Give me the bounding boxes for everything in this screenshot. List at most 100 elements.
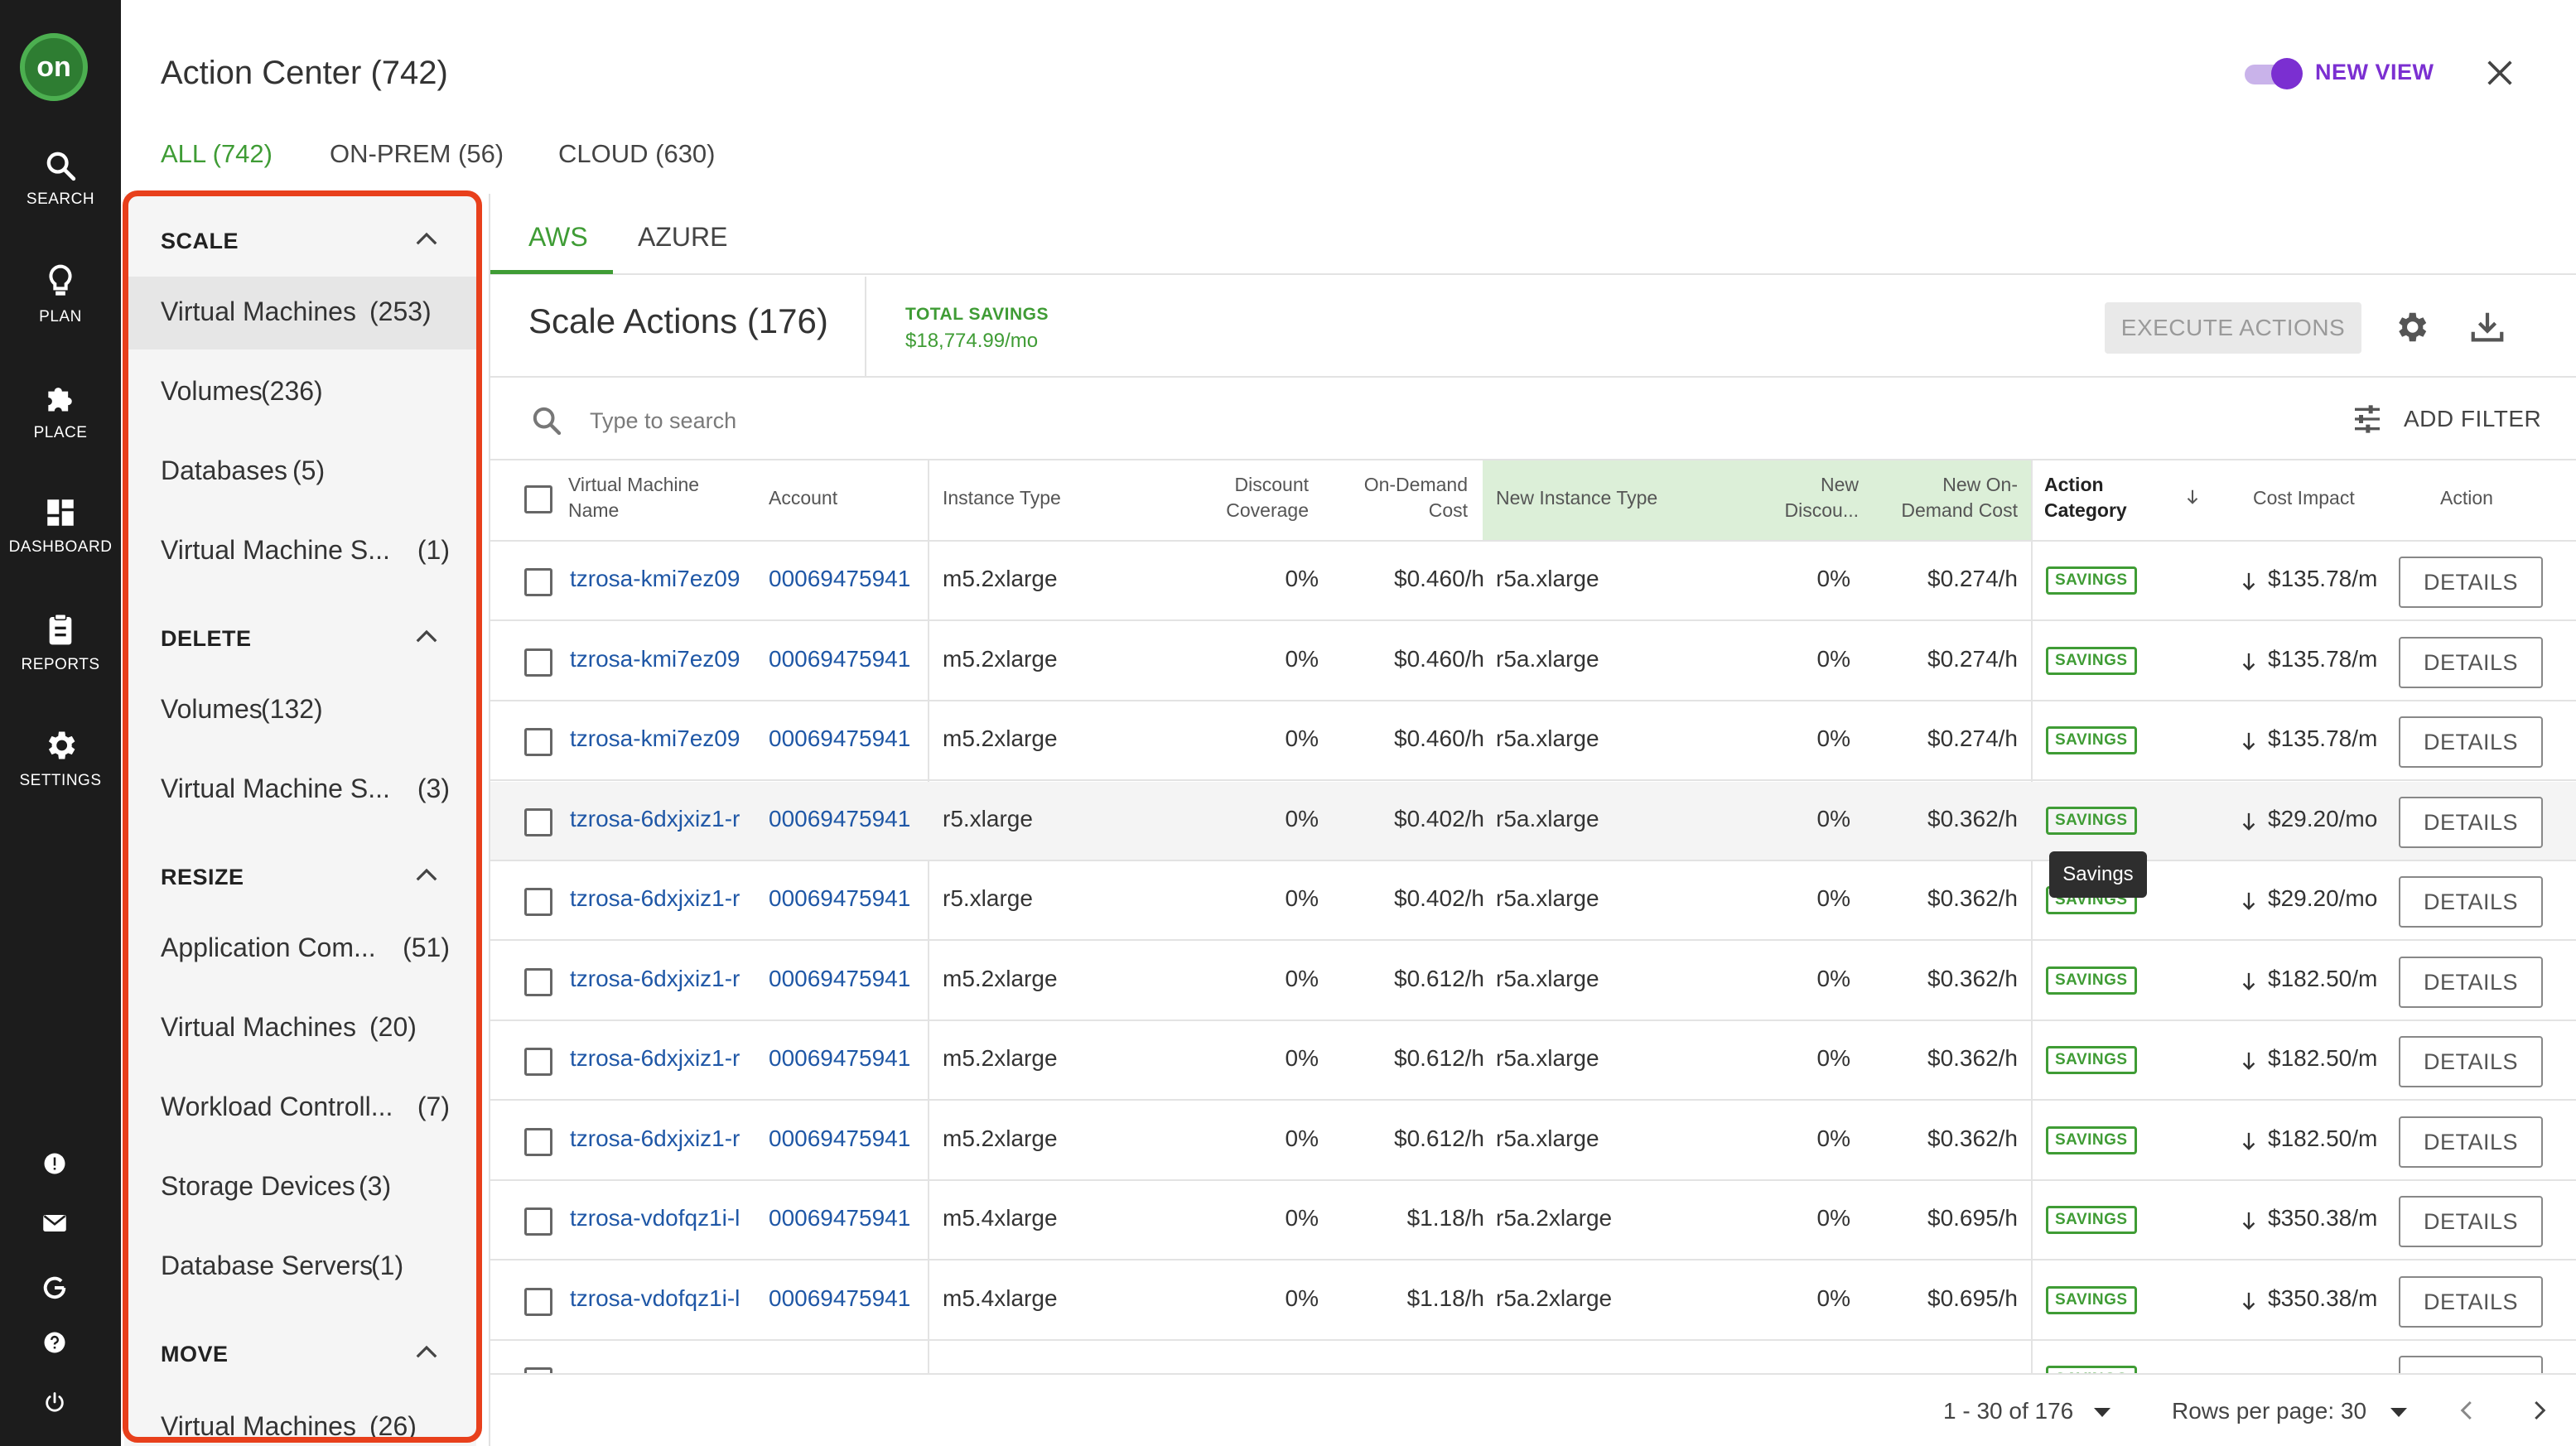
download-icon[interactable] <box>2468 308 2506 346</box>
vm-name-link[interactable]: tzrosa-kmi7ez09 <box>570 646 749 672</box>
details-button[interactable]: DETAILS <box>2399 797 2543 848</box>
vm-name-link[interactable]: tzrosa-6dxjxiz1-r <box>570 966 749 992</box>
vm-name-link[interactable]: tzrosa-kmi7ez09 <box>570 566 749 592</box>
new-view-label[interactable]: NEW VIEW <box>2315 60 2434 85</box>
execute-actions-button[interactable]: EXECUTE ACTIONS <box>2105 302 2361 354</box>
sidebar-item-move-vms[interactable]: Virtual Machines (26) <box>124 1391 476 1446</box>
filter-sliders-icon[interactable] <box>2351 402 2384 436</box>
nav-search[interactable]: SEARCH <box>0 149 121 209</box>
col-header-action[interactable]: Action <box>2440 485 2493 511</box>
details-button[interactable]: DETAILS <box>2399 716 2543 768</box>
table-row[interactable]: tzrosa-kmi7ez09 00069475941 m5.2xlarge 0% $0… <box>490 701 2576 781</box>
row-checkbox[interactable] <box>524 1048 552 1076</box>
table-row[interactable]: tzrosa-vdofqz1i-l 00069475941 m5.4xlarge 0%… <box>490 1261 2576 1341</box>
sidebar-item-resize-storage-devices[interactable]: Storage Devices (3) <box>124 1151 476 1224</box>
alert-icon[interactable] <box>41 1150 69 1178</box>
table-row[interactable]: tzrosa-6dxjxiz1-r 00069475941 m5.2xlarge 0%… <box>490 1101 2576 1181</box>
details-button[interactable]: DETAILS <box>2399 957 2543 1008</box>
select-all-checkbox[interactable] <box>524 485 552 513</box>
details-button[interactable]: DETAILS <box>2399 1196 2543 1247</box>
col-header-on-demand-cost[interactable]: On-Demand Cost <box>1325 472 1468 523</box>
close-icon[interactable] <box>2483 56 2516 89</box>
vm-name-link[interactable]: tzrosa-6dxjxiz1-r <box>570 885 749 912</box>
account-link[interactable]: 00069475941 <box>769 646 924 672</box>
col-header-vm-name[interactable]: Virtual Machine Name <box>568 472 734 523</box>
sidebar-item-scale-databases[interactable]: Databases (5) <box>124 436 476 509</box>
sidebar-item-delete-vm-specs[interactable]: Virtual Machine S... (3) <box>124 754 476 827</box>
account-link[interactable]: 00069475941 <box>769 966 924 992</box>
vm-name-link[interactable]: tzrosa-vdofqz1i-l <box>570 1205 749 1232</box>
sidebar-item-delete-volumes[interactable]: Volumes (132) <box>124 674 476 747</box>
col-header-discount-coverage[interactable]: Discount Coverage <box>1176 472 1309 523</box>
chevron-up-icon[interactable] <box>414 628 439 644</box>
nav-place[interactable]: PLACE <box>0 379 121 442</box>
row-checkbox[interactable] <box>524 568 552 596</box>
account-link[interactable]: 00069475941 <box>769 1045 924 1072</box>
chevron-up-icon[interactable] <box>414 866 439 883</box>
col-header-new-instance-type[interactable]: New Instance Type <box>1496 485 1657 511</box>
vm-name-link[interactable]: tzrosa-vdofqz1i-l <box>570 1285 749 1312</box>
col-header-instance-type[interactable]: Instance Type <box>943 485 1061 511</box>
row-checkbox[interactable] <box>524 1288 552 1316</box>
tab-all[interactable]: ALL (742) <box>161 139 273 169</box>
tab-aws[interactable]: AWS <box>528 222 588 253</box>
details-button[interactable]: DETAILS <box>2399 1036 2543 1087</box>
details-button[interactable]: DETAILS <box>2399 1276 2543 1328</box>
row-checkbox[interactable] <box>524 968 552 996</box>
row-checkbox[interactable] <box>524 728 552 756</box>
vm-name-link[interactable]: tzrosa-6dxjxiz1-r <box>570 1045 749 1072</box>
table-row[interactable]: tzrosa-6dxjxiz1-r 00069475941 r5.xlarge 0% $… <box>490 861 2576 941</box>
rows-per-page[interactable]: Rows per page: 30 <box>2172 1398 2366 1424</box>
account-link[interactable]: 00069475941 <box>769 1125 924 1152</box>
tab-cloud[interactable]: CLOUD (630) <box>558 139 716 169</box>
table-row[interactable]: tzrosa-kmi7ez09 00069475941 m5.2xlarge 0% $0… <box>490 542 2576 621</box>
new-view-toggle[interactable] <box>2243 56 2303 89</box>
row-checkbox[interactable] <box>524 808 552 836</box>
chevron-up-icon[interactable] <box>414 1343 439 1360</box>
nav-dashboard[interactable]: DASHBOARD <box>0 495 121 557</box>
account-link[interactable]: 00069475941 <box>769 1205 924 1232</box>
table-row[interactable]: tzrosa-6dxjxiz1-r 00069475941 m5.2xlarge 0%… <box>490 1021 2576 1101</box>
row-checkbox[interactable] <box>524 1207 552 1236</box>
details-button[interactable]: DETAILS <box>2399 876 2543 928</box>
nav-plan[interactable]: PLAN <box>0 263 121 326</box>
tab-on-prem[interactable]: ON-PREM (56) <box>330 139 504 169</box>
row-checkbox[interactable] <box>524 648 552 677</box>
col-header-new-on-demand-cost[interactable]: New On-Demand Cost <box>1874 472 2018 523</box>
details-button[interactable]: DETAILS <box>2399 1116 2543 1168</box>
col-header-action-category[interactable]: Action Category <box>2044 472 2152 523</box>
sort-arrow-down-icon[interactable] <box>2183 487 2202 507</box>
account-link[interactable]: 00069475941 <box>769 885 924 912</box>
sidebar-item-resize-workload-controllers[interactable]: Workload Controll... (7) <box>124 1072 476 1145</box>
power-icon[interactable] <box>41 1388 69 1416</box>
help-icon[interactable] <box>41 1328 69 1357</box>
account-link[interactable]: 00069475941 <box>769 1285 924 1312</box>
vm-name-link[interactable]: tzrosa-kmi7ez09 <box>570 725 749 752</box>
rows-per-page-dropdown-icon[interactable] <box>2390 1408 2407 1417</box>
sidebar-item-scale-vm-specs[interactable]: Virtual Machine S... (1) <box>124 515 476 588</box>
account-link[interactable]: 00069475941 <box>769 566 924 592</box>
sidebar-item-scale-volumes[interactable]: Volumes (236) <box>124 356 476 429</box>
chevron-right-icon[interactable] <box>2526 1398 2551 1423</box>
col-header-account[interactable]: Account <box>769 485 837 511</box>
row-checkbox[interactable] <box>524 888 552 916</box>
tab-azure[interactable]: AZURE <box>638 222 727 253</box>
search-input[interactable] <box>590 402 1335 439</box>
table-row[interactable]: tzrosa-kmi7ez09 00069475941 m5.2xlarge 0% $0… <box>490 622 2576 701</box>
details-button[interactable]: DETAILS <box>2399 557 2543 608</box>
sidebar-item-resize-vms[interactable]: Virtual Machines (20) <box>124 992 476 1065</box>
logo[interactable]: on <box>20 33 88 101</box>
col-header-cost-impact[interactable]: Cost Impact <box>2253 485 2355 511</box>
row-checkbox[interactable] <box>524 1128 552 1156</box>
chevron-left-icon[interactable] <box>2455 1398 2480 1423</box>
details-button[interactable]: DETAILS <box>2399 637 2543 688</box>
sidebar-item-scale-vms[interactable]: Virtual Machines (253) <box>124 277 476 349</box>
table-row[interactable]: tzrosa-6dxjxiz1-r 00069475941 r5.xlarge 0% $… <box>490 782 2576 861</box>
table-row[interactable]: tzrosa-6dxjxiz1-r 00069475941 m5.2xlarge 0%… <box>490 942 2576 1021</box>
mail-icon[interactable] <box>41 1209 69 1237</box>
sidebar-item-resize-database-servers[interactable]: Database Servers (1) <box>124 1231 476 1304</box>
sidebar-item-resize-app-components[interactable]: Application Com... (51) <box>124 913 476 986</box>
vm-name-link[interactable]: tzrosa-6dxjxiz1-r <box>570 1125 749 1152</box>
nav-reports[interactable]: REPORTS <box>0 611 121 674</box>
vm-name-link[interactable]: tzrosa-6dxjxiz1-r <box>570 806 749 832</box>
